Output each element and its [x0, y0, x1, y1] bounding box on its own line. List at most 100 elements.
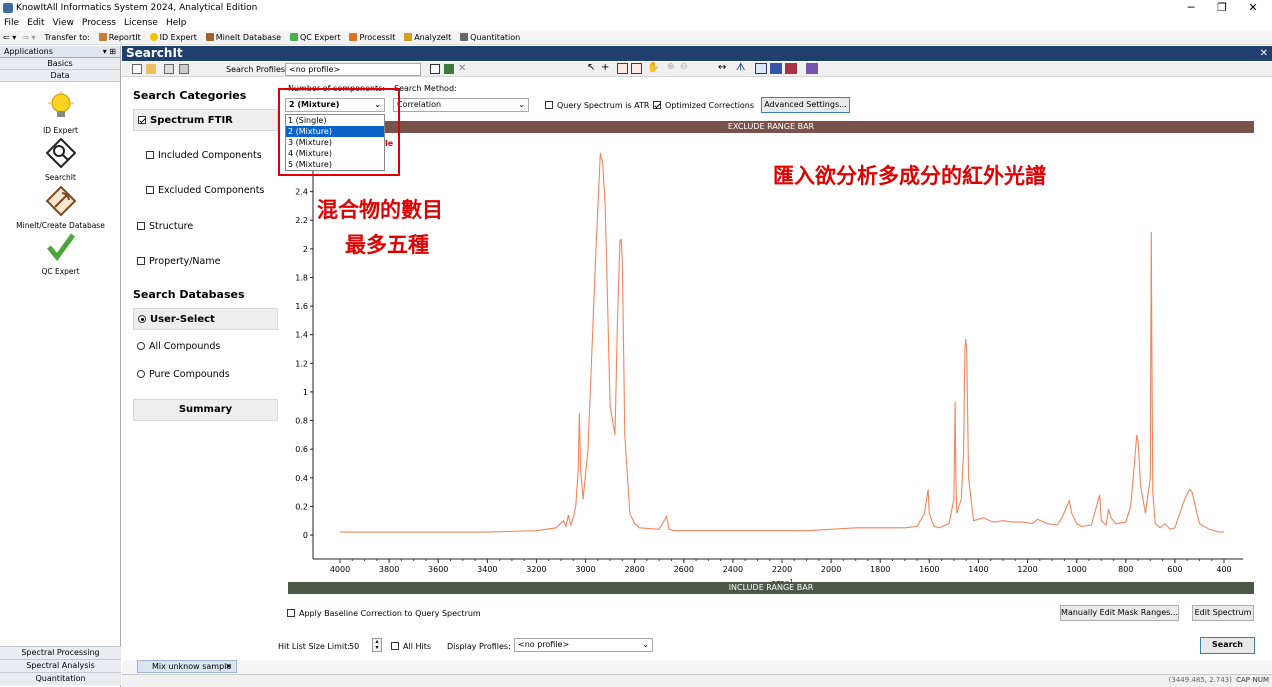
- x-tick-label: 600: [1167, 565, 1182, 574]
- structure-checkbox[interactable]: [137, 222, 145, 230]
- menu-edit[interactable]: Edit: [23, 16, 48, 30]
- include-range-bar[interactable]: INCLUDE RANGE BAR: [288, 582, 1254, 594]
- section-basics[interactable]: Basics: [0, 58, 120, 70]
- category-spectrum-ftir[interactable]: Spectrum FTIR: [133, 109, 278, 131]
- y-tick-label: 1.4: [295, 331, 308, 340]
- all-hits-option[interactable]: All Hits: [391, 642, 431, 651]
- paste-icon[interactable]: [179, 64, 189, 74]
- cursor-tool-icon[interactable]: ↖: [587, 62, 595, 73]
- range-tool-icon[interactable]: [631, 63, 642, 74]
- optimized-corrections-option[interactable]: Optimized Corrections: [653, 101, 754, 110]
- spectrum-view-icon[interactable]: ᗑ: [736, 62, 745, 73]
- display-profiles-select[interactable]: <no profile> ⌄: [514, 638, 653, 652]
- transfer-mineit[interactable]: MineIt Database: [203, 31, 284, 45]
- close-window-button[interactable]: ✕: [1238, 1, 1268, 15]
- hit-list-value[interactable]: 50: [349, 642, 359, 651]
- search-profiles-select[interactable]: <no profile>: [285, 63, 421, 76]
- app-searchit[interactable]: SearchIt: [0, 137, 121, 182]
- category-structure[interactable]: Structure: [137, 221, 193, 232]
- menu-license[interactable]: License: [120, 16, 162, 30]
- search-method-label: Search Method:: [394, 84, 457, 93]
- pin-icon[interactable]: ▾ ⊞: [103, 46, 116, 58]
- menu-help[interactable]: Help: [162, 16, 191, 30]
- copy-icon[interactable]: [164, 64, 174, 74]
- included-components-checkbox[interactable]: [146, 151, 154, 159]
- options-view-icon[interactable]: [806, 63, 818, 74]
- atr-option[interactable]: Query Spectrum is ATR: [545, 101, 649, 110]
- grid-icon[interactable]: [430, 64, 440, 74]
- edit-mask-ranges-button[interactable]: Manually Edit Mask Ranges...: [1060, 605, 1179, 621]
- database-pure-compounds[interactable]: Pure Compounds: [137, 369, 230, 380]
- mineit-icon: [45, 185, 76, 217]
- back-button[interactable]: ⇐ ▾: [0, 31, 19, 45]
- delete-profile-icon[interactable]: ✕: [458, 63, 466, 74]
- edit-spectrum-button[interactable]: Edit Spectrum: [1192, 605, 1254, 621]
- zoom-in-icon[interactable]: ⊕: [667, 62, 675, 72]
- menu-process[interactable]: Process: [78, 16, 120, 30]
- category-included-components[interactable]: Included Components: [146, 150, 262, 161]
- crosshair-tool-icon[interactable]: +: [601, 62, 609, 73]
- app-qc-expert[interactable]: QC Expert: [0, 232, 121, 276]
- open-icon[interactable]: [146, 64, 156, 74]
- excluded-components-checkbox[interactable]: [146, 186, 154, 194]
- applications-header: Applications ▾ ⊞: [0, 46, 120, 58]
- new-icon[interactable]: [132, 64, 142, 74]
- transfer-qc-expert[interactable]: QC Expert: [287, 31, 344, 45]
- database-user-select[interactable]: User-Select: [133, 308, 278, 330]
- all-compounds-radio[interactable]: [137, 342, 145, 350]
- menu-file[interactable]: File: [0, 16, 23, 30]
- search-method-select[interactable]: Correlation ⌄: [393, 98, 529, 112]
- summary-button[interactable]: Summary: [133, 399, 278, 421]
- transfer-reportit[interactable]: ReportIt: [96, 31, 144, 45]
- zoom-out-icon[interactable]: ⊖: [680, 62, 688, 72]
- transfer-processit[interactable]: ProcessIt: [346, 31, 398, 45]
- category-property-name[interactable]: Property/Name: [137, 256, 220, 267]
- atr-checkbox[interactable]: [545, 101, 553, 109]
- section-spectral-analysis[interactable]: Spectral Analysis: [0, 659, 121, 672]
- applications-pane: Applications ▾ ⊞ Basics Data ID Expert Se…: [0, 46, 121, 687]
- searchit-icon: [45, 137, 76, 169]
- forward-button[interactable]: ⇒ ▾: [19, 31, 38, 45]
- annotation-max-five: 最多五種: [345, 232, 429, 257]
- optimized-corrections-checkbox[interactable]: [653, 101, 661, 109]
- menu-view[interactable]: View: [49, 16, 78, 30]
- baseline-correction-option[interactable]: Apply Baseline Correction to Query Spect…: [287, 609, 481, 618]
- app-id-expert[interactable]: ID Expert: [0, 91, 121, 135]
- all-hits-checkbox[interactable]: [391, 642, 399, 650]
- stack-view-icon[interactable]: [770, 63, 782, 74]
- tab-mix-unknow-sample[interactable]: Mix unknow sample ✕: [137, 660, 237, 673]
- close-tab-icon[interactable]: ✕: [225, 661, 232, 672]
- pure-compounds-radio[interactable]: [137, 370, 145, 378]
- database-all-compounds[interactable]: All Compounds: [137, 341, 220, 352]
- hit-list-stepper[interactable]: ▴ ▾: [372, 638, 382, 652]
- pan-tool-icon[interactable]: ✋: [647, 62, 659, 73]
- minimize-button[interactable]: ─: [1176, 1, 1206, 15]
- section-spectral-processing[interactable]: Spectral Processing: [0, 646, 121, 659]
- y-tick-label: 1.6: [295, 302, 308, 311]
- exclude-range-bar[interactable]: EXCLUDE RANGE BAR: [288, 121, 1254, 133]
- category-excluded-components[interactable]: Excluded Components: [146, 185, 264, 196]
- section-data[interactable]: Data: [0, 70, 120, 82]
- search-button[interactable]: Search: [1200, 637, 1255, 654]
- advanced-settings-button[interactable]: Advanced Settings...: [761, 97, 850, 113]
- y-tick-label: 0.6: [295, 445, 308, 454]
- transfer-analyzeit[interactable]: AnalyzeIt: [401, 31, 454, 45]
- spectrum-chart[interactable]: 0 0.2 0.4 0.6 0.8 1 1.2 1.4 1.6 1.8 2 2.2 2.4 4000 380…: [288, 121, 1254, 593]
- property-name-checkbox[interactable]: [137, 257, 145, 265]
- transfer-id-expert[interactable]: ID Expert: [147, 31, 200, 45]
- split-view-icon[interactable]: [785, 63, 797, 74]
- baseline-correction-checkbox[interactable]: [287, 609, 295, 617]
- user-select-radio[interactable]: [138, 315, 146, 323]
- transfer-quantitation[interactable]: Quantitation: [457, 31, 523, 45]
- section-quantitation[interactable]: Quantitation: [0, 672, 121, 685]
- overlay-view-icon[interactable]: [755, 63, 767, 74]
- close-panel-button[interactable]: ✕: [1260, 46, 1268, 61]
- spectrum-ftir-checkbox[interactable]: [138, 116, 146, 124]
- chevron-down-icon: ⌄: [642, 640, 649, 649]
- app-mineit[interactable]: MineIt/Create Database: [0, 185, 121, 230]
- peak-tool-icon[interactable]: [617, 63, 628, 74]
- save-profile-icon[interactable]: [444, 64, 454, 74]
- fit-x-icon[interactable]: ↔: [718, 62, 726, 73]
- annotation-mixture-count: 混合物的數目: [317, 197, 443, 222]
- maximize-button[interactable]: ❐: [1207, 1, 1237, 15]
